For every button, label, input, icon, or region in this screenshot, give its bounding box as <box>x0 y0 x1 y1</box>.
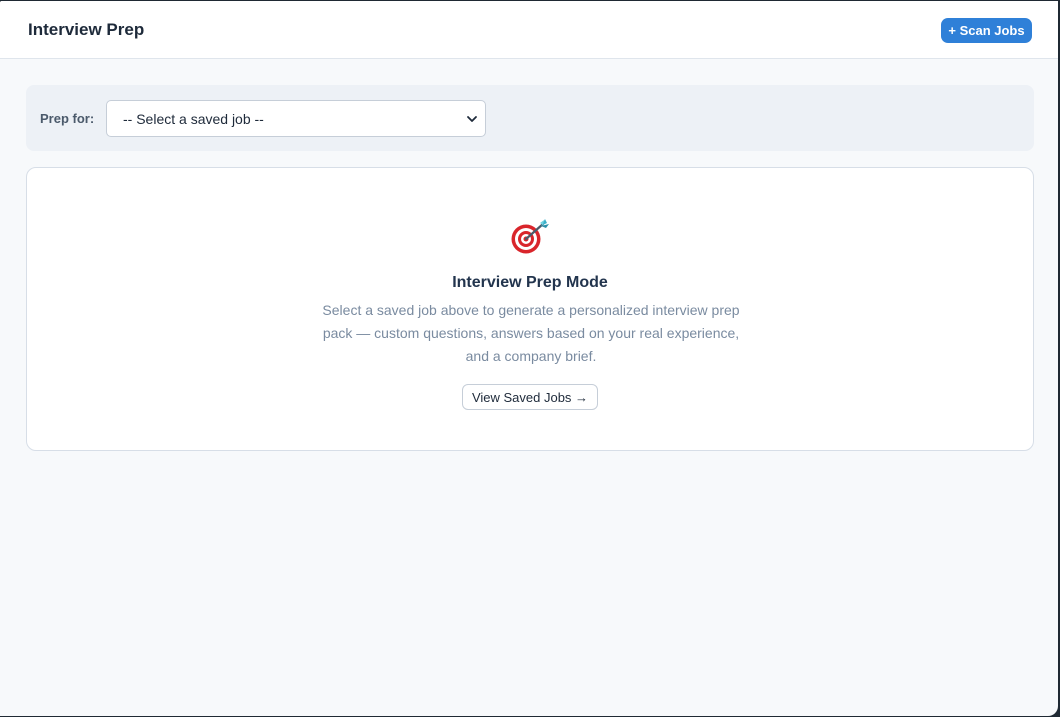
prep-for-label: Prep for: <box>40 111 95 126</box>
page-title: Interview Prep <box>28 20 145 39</box>
chevron-down-icon <box>467 116 477 122</box>
top-bar: Interview Prep + Scan Jobs <box>0 1 1058 59</box>
saved-job-select[interactable]: -- Select a saved job -- <box>106 100 486 137</box>
empty-state-description: Select a saved job above to generate a p… <box>322 302 740 364</box>
empty-state-title: Interview Prep Mode <box>452 274 608 291</box>
app-window: Interview Prep + Scan Jobs Prep for: -- … <box>0 1 1058 716</box>
saved-job-select-value: -- Select a saved job -- <box>123 110 264 127</box>
view-saved-jobs-button[interactable]: View Saved Jobs → <box>462 384 598 410</box>
empty-state-card: Interview Prep Mode Select a saved job a… <box>26 167 1034 451</box>
target-dart-icon <box>511 219 549 254</box>
scan-jobs-button[interactable]: + Scan Jobs <box>941 18 1032 43</box>
prep-for-bar: Prep for: -- Select a saved job -- <box>26 85 1034 151</box>
